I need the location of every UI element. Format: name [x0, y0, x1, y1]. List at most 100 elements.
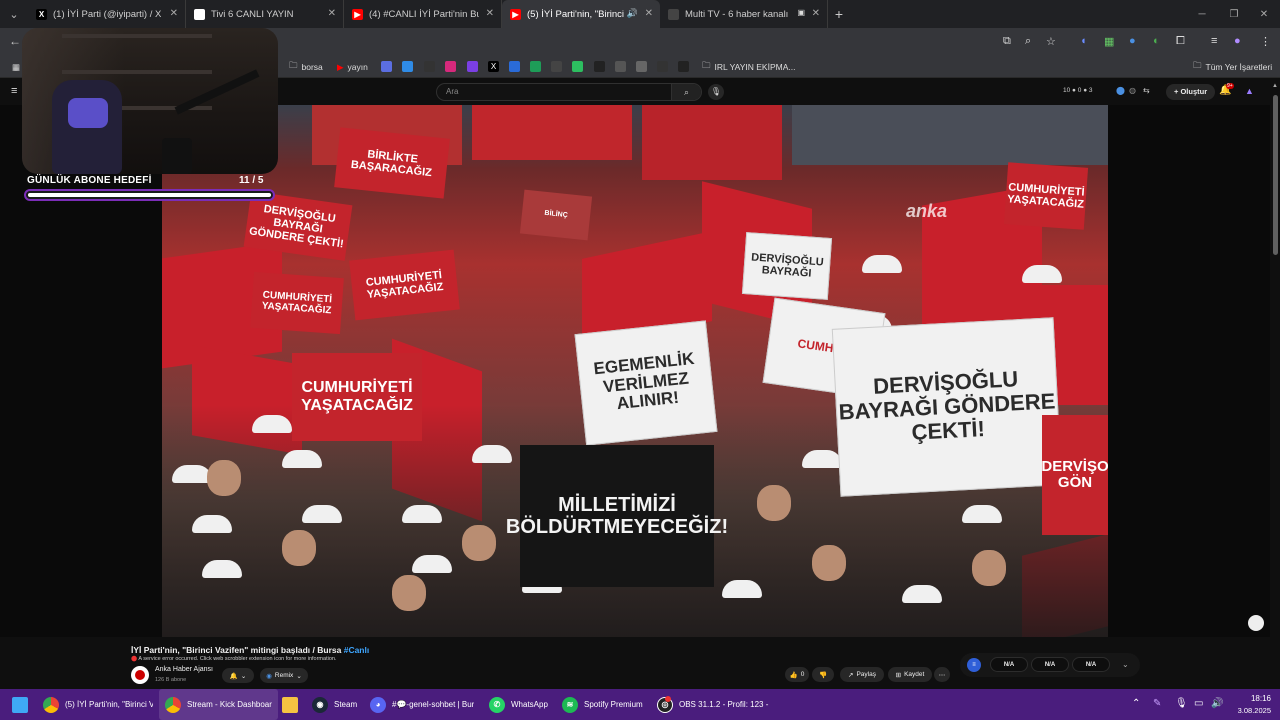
taskbar-spotify[interactable]: ≋ Spotify Premium: [562, 689, 643, 720]
apps-grid-icon[interactable]: ▦: [12, 60, 20, 74]
bookmark-icon[interactable]: [678, 61, 689, 72]
live-hashtag[interactable]: #Canlı: [344, 645, 370, 655]
extension-icon[interactable]: ◐: [1153, 35, 1160, 47]
zoom-icon[interactable]: ⌕: [1025, 35, 1031, 48]
back-icon[interactable]: ←: [9, 34, 21, 48]
bookmark-yayin[interactable]: ▶ yayın: [337, 60, 368, 74]
extension-icon[interactable]: ●: [1129, 35, 1136, 47]
bookmark-icon[interactable]: [615, 61, 626, 72]
taskbar-label: (5) İYİ Parti'nin, "Birinci V: [65, 700, 153, 709]
tab-search-icon[interactable]: ⌄: [0, 0, 28, 28]
bookmark-irl-yayin[interactable]: 🗀 IRL YAYIN EKİPMA...: [702, 60, 795, 74]
scroll-up-icon[interactable]: ▲: [1272, 83, 1278, 89]
taskbar-discord[interactable]: ◕ #💬-genel-sohbet | Bur: [370, 689, 474, 720]
bookmark-icon[interactable]: [572, 61, 583, 72]
instagram-icon[interactable]: [445, 61, 456, 72]
chrome-icon: [43, 696, 59, 713]
bookmark-icon[interactable]: [381, 61, 392, 72]
bookmark-icon[interactable]: [402, 61, 413, 72]
dislike-button[interactable]: 👎: [812, 667, 834, 682]
clock-date[interactable]: 3.08.2025: [1231, 706, 1271, 715]
extension-icon[interactable]: ⇆: [1143, 86, 1150, 95]
bookmark-icon[interactable]: [657, 61, 668, 72]
remix-button[interactable]: ◉ Remix ⌄: [260, 668, 308, 683]
video-player[interactable]: BİRLİKTE BAŞARACAĞIZ DERVİŞOĞLU BAYRAĞI …: [162, 105, 1108, 637]
extension-icon[interactable]: ▦: [1104, 35, 1114, 48]
menu-kebab-icon[interactable]: ⋮: [1260, 35, 1271, 48]
hamburger-menu-icon[interactable]: ≡: [11, 85, 17, 97]
cap: [202, 560, 242, 578]
pip-icon[interactable]: ▣: [797, 8, 805, 17]
share-button[interactable]: ↗ Paylaş: [840, 667, 884, 682]
taskbar-steam[interactable]: ◉ Steam: [312, 689, 357, 720]
video-info: İYİ Parti'nin, "Birinci Vazifen" mitingi…: [0, 637, 1280, 689]
x-logo-icon[interactable]: X: [488, 61, 499, 72]
tab-tivi6[interactable]: Tivi 6 CANLI YAYIN ✕: [186, 0, 344, 28]
search-input[interactable]: Ara ⌕: [436, 83, 702, 101]
network-icon[interactable]: ▭: [1194, 698, 1203, 709]
taskbar-obs[interactable]: ◎ OBS 31.1.2 - Profil: 123 -: [657, 689, 768, 720]
close-icon[interactable]: ✕: [328, 8, 336, 19]
taskbar-file-explorer[interactable]: [282, 689, 298, 720]
bookmark-icon[interactable]: [509, 61, 520, 72]
twitch-icon[interactable]: [467, 61, 478, 72]
new-tab-button[interactable]: +: [828, 6, 850, 22]
taskbar-chrome-kick[interactable]: Stream - Kick Dashboar: [159, 689, 278, 720]
close-icon[interactable]: ✕: [486, 8, 494, 19]
subscription-bell-button[interactable]: 🔔 ⌄: [222, 668, 254, 683]
scroll-thumb[interactable]: [1273, 95, 1278, 255]
bookmark-icon[interactable]: [594, 61, 605, 72]
extension-icon[interactable]: ◖: [1080, 35, 1087, 47]
bookmark-icon[interactable]: [636, 61, 647, 72]
channel-avatar[interactable]: [131, 666, 149, 684]
close-icon[interactable]: ✕: [170, 8, 178, 19]
speaker-icon[interactable]: 🔊: [627, 8, 638, 19]
microphone-icon[interactable]: 🎙: [1175, 698, 1188, 709]
tab-youtube-active[interactable]: ▶ (5) İYİ Parti'nin, "Birinci Vazife 🔊 ✕: [502, 0, 660, 28]
avatar[interactable]: ▲: [1245, 86, 1254, 96]
bookmark-icon[interactable]: [551, 61, 562, 72]
more-actions-button[interactable]: ⋯: [934, 667, 950, 682]
media-icon[interactable]: ≡: [1211, 35, 1217, 47]
screenshot-icon[interactable]: ⧉: [1003, 35, 1011, 48]
taskbar-label: Spotify Premium: [584, 700, 643, 709]
bookmark-borsa[interactable]: 🗀 borsa: [289, 60, 323, 74]
star-icon[interactable]: ☆: [1046, 35, 1056, 48]
channel-name[interactable]: Anka Haber Ajansı: [155, 666, 213, 673]
volume-icon[interactable]: 🔊: [1211, 698, 1223, 709]
close-icon[interactable]: ✕: [812, 8, 820, 19]
taskbar-whatsapp[interactable]: ✆ WhatsApp: [489, 689, 548, 720]
cap: [902, 585, 942, 603]
tray-chevron-up-icon[interactable]: ⌃: [1132, 698, 1140, 709]
profile-avatar-icon[interactable]: ●: [1234, 35, 1241, 47]
tab-multitv[interactable]: Multi TV - 6 haber kanalını ▣ ✕: [660, 0, 828, 28]
extension-icon[interactable]: ≡: [967, 658, 981, 672]
extensions-puzzle-icon[interactable]: ⧠: [1176, 35, 1185, 48]
close-icon[interactable]: ✕: [645, 8, 653, 19]
tab-iyiparti-x[interactable]: X (1) İYİ Parti (@iyiparti) / X ✕: [28, 0, 186, 28]
maximize-icon[interactable]: ❐: [1218, 0, 1250, 28]
extension-icon[interactable]: ◍: [1129, 86, 1136, 95]
extension-icon[interactable]: ⬤: [1116, 86, 1125, 95]
close-window-icon[interactable]: ✕: [1248, 0, 1280, 28]
save-button[interactable]: ⊞ Kaydet: [888, 667, 932, 682]
search-icon[interactable]: ⌕: [671, 84, 701, 100]
pen-icon[interactable]: ✎: [1153, 698, 1161, 709]
protest-sign: DERVİŞOĞLU BAYRAĞI GÖNDERE ÇEKTİ!: [831, 317, 1063, 497]
minimize-icon[interactable]: ─: [1186, 0, 1218, 28]
start-button[interactable]: [12, 689, 28, 720]
chevron-down-icon[interactable]: ⌄: [1122, 660, 1129, 669]
like-button[interactable]: 👍 0: [785, 667, 809, 682]
tab-youtube-canli[interactable]: ▶ (4) #CANLI İYİ Parti'nin Bursa mitingi…: [344, 0, 502, 28]
taskbar-chrome-youtube[interactable]: (5) İYİ Parti'nin, "Birinci V: [43, 689, 153, 720]
sheets-icon[interactable]: [530, 61, 541, 72]
youtube-icon: ▶: [337, 61, 344, 72]
channel-watermark-icon[interactable]: [1248, 615, 1264, 631]
microphone-icon[interactable]: 🎙: [708, 84, 724, 100]
create-button[interactable]: + Oluştur: [1166, 84, 1216, 100]
clock-time[interactable]: 18:16: [1237, 694, 1271, 703]
page-scrollbar[interactable]: ▲: [1270, 79, 1280, 689]
chevron-down-icon: ⌄: [296, 672, 302, 680]
bookmark-all[interactable]: 🗀 Tüm Yer İşaretleri: [1193, 60, 1272, 74]
bookmark-icon[interactable]: [424, 61, 435, 72]
